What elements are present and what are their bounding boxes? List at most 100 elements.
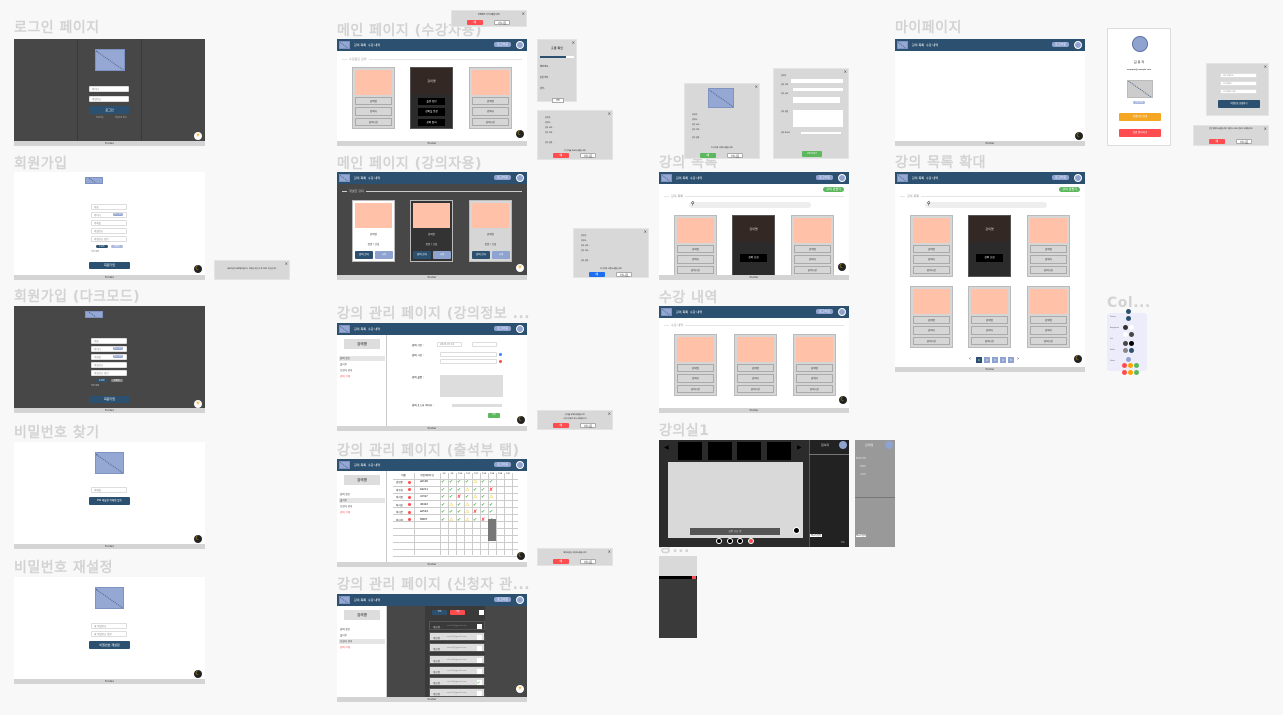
- sidebar-item[interactable]: 출석부: [339, 498, 385, 503]
- light-mode-toggle-icon[interactable]: ☀: [516, 264, 524, 272]
- avatar-icon[interactable]: [838, 174, 846, 182]
- course-card[interactable]: 강의명 강의자 강의시간: [352, 67, 395, 129]
- course-card[interactable]: 강의명 강의자 강의시간: [734, 334, 777, 396]
- pw-change-submit[interactable]: 비밀번호 변경하기: [1218, 100, 1260, 108]
- change-photo-button[interactable]: 사진 변경: [1133, 101, 1145, 104]
- course-desc-textarea[interactable]: [793, 110, 843, 127]
- page-1[interactable]: 1: [976, 357, 982, 363]
- applicant-checkbox[interactable]: ✔: [477, 680, 482, 685]
- sidebar-item[interactable]: 강의 삭제: [339, 510, 385, 515]
- role-lecturer-button[interactable]: 강의자: [111, 245, 123, 248]
- save-button[interactable]: 저장: [488, 413, 500, 418]
- applicant-checkbox[interactable]: [477, 691, 482, 697]
- id-input[interactable]: 아이디: [89, 86, 129, 92]
- card-action-button[interactable]: 출결 확인: [418, 97, 445, 106]
- dark-mode-toggle-icon[interactable]: ☾: [1074, 355, 1082, 363]
- next-video-icon[interactable]: ▶: [797, 444, 802, 451]
- avatar-icon[interactable]: [1074, 41, 1082, 49]
- signup-field[interactable]: 비밀번호 확인: [91, 370, 127, 376]
- applicant-row[interactable]: 이한결 user01@gmail.com: [429, 621, 485, 630]
- search-bar[interactable]: ⚲: [925, 201, 1047, 208]
- avatar-icon[interactable]: [1074, 174, 1082, 182]
- signup-field[interactable]: 이름: [91, 338, 127, 344]
- course-card[interactable]: 강의명 강의자 강의시간: [910, 215, 953, 277]
- present-icon[interactable]: ✔: [473, 487, 477, 493]
- mic-icon[interactable]: [737, 538, 743, 544]
- status-dropdown[interactable]: [488, 519, 496, 541]
- role-student-button[interactable]: 수강자: [96, 245, 108, 248]
- sidebar-item[interactable]: 강의 삭제: [339, 645, 385, 650]
- prev-page-icon[interactable]: ‹: [969, 356, 971, 362]
- duplicate-check-button[interactable]: 중복 확인: [113, 355, 123, 358]
- poster-upload-input[interactable]: [452, 404, 502, 407]
- nav-enrollment[interactable]: 수강 내역: [926, 43, 938, 47]
- side-item[interactable]: 참여자 목록: [856, 457, 866, 460]
- course-card-hover[interactable]: 강의명 출결 확인 강의실 입장 강의 탈퇴: [410, 67, 453, 129]
- remove-student-icon[interactable]: [408, 503, 411, 506]
- reject-button[interactable]: 거절: [450, 610, 465, 615]
- course-card[interactable]: 강의명 강의자 강의시간: [469, 67, 512, 129]
- reset-pw-button[interactable]: 비밀번호 재설정: [89, 641, 130, 649]
- applicant-row[interactable]: 이한결 user04@gmail.com: [429, 654, 485, 664]
- late-icon[interactable]: ⚠: [465, 487, 469, 493]
- yes-button[interactable]: 예: [699, 153, 717, 158]
- prev-video-icon[interactable]: ◀: [664, 444, 669, 451]
- signup-field[interactable]: 비밀번호 확인: [91, 236, 127, 242]
- nav-enrollment[interactable]: 수강 내역: [368, 327, 380, 331]
- nav-enrollment[interactable]: 수강 내역: [368, 463, 380, 467]
- nav-enrollment[interactable]: 수강 내역: [690, 176, 702, 180]
- start-date-input[interactable]: 2023.07.01: [437, 342, 462, 347]
- remove-time-icon[interactable]: [499, 360, 502, 363]
- agree-checkbox[interactable]: 약관 동의: [91, 384, 99, 387]
- dark-mode-toggle-icon[interactable]: ☾: [517, 416, 525, 424]
- participant-video[interactable]: [707, 442, 732, 460]
- start-class-button[interactable]: 시작: [433, 251, 451, 259]
- dark-mode-toggle-icon[interactable]: ☾: [516, 130, 524, 138]
- close-icon[interactable]: ×: [285, 261, 288, 266]
- no-button[interactable]: 아니요: [1236, 139, 1253, 144]
- course-poster-input[interactable]: [801, 132, 841, 134]
- monitor-icon[interactable]: [716, 538, 722, 544]
- nav-course-list[interactable]: 강의 목록: [912, 43, 924, 47]
- remove-student-icon[interactable]: [408, 480, 411, 484]
- start-class-button[interactable]: 시작: [492, 251, 510, 259]
- card-action-button[interactable]: 강의실 입장: [418, 108, 445, 116]
- new-pw-confirm-input[interactable]: 새 비밀번호 확인: [91, 631, 127, 637]
- signup-field[interactable]: 이메일: [91, 220, 127, 226]
- nav-enrollment[interactable]: 수강 내역: [368, 176, 380, 180]
- dark-mode-toggle-icon[interactable]: ☾: [194, 535, 202, 543]
- present-icon[interactable]: ✔: [457, 487, 461, 493]
- logout-button[interactable]: 로그아웃: [493, 326, 511, 331]
- lecturer-course-card[interactable]: 강의명 정원 / 신청 강의 관리 시작: [469, 200, 512, 262]
- applicant-row[interactable]: 이한결 user06@gmail.com ✔: [429, 677, 485, 686]
- sidebar-item[interactable]: 신청자 관리: [339, 639, 385, 644]
- add-time-icon[interactable]: [499, 353, 502, 356]
- search-bar[interactable]: ⚲: [689, 201, 811, 208]
- select-all-checkbox[interactable]: [479, 610, 484, 615]
- course-card[interactable]: 강의명 강의자 강의시간: [910, 286, 953, 348]
- signup-field[interactable]: 비밀번호: [91, 228, 127, 234]
- nav-course-list[interactable]: 강의 목록: [354, 463, 366, 467]
- signup-submit-button[interactable]: 회원가입: [89, 396, 130, 403]
- card-action-button[interactable]: 강의 신청: [976, 254, 1003, 262]
- pw-field[interactable]: 새 비밀번호: [1220, 81, 1257, 86]
- course-card[interactable]: 강의명 강의자 강의시간: [791, 215, 834, 277]
- participants-icon[interactable]: [839, 441, 847, 449]
- yes-button[interactable]: 예: [588, 272, 606, 277]
- present-icon[interactable]: ✔: [481, 487, 485, 493]
- dark-mode-toggle-icon[interactable]: ☾: [194, 265, 202, 273]
- card-action-button[interactable]: 강의 탈퇴: [418, 118, 445, 127]
- nav-course-list[interactable]: 강의 목록: [354, 43, 366, 47]
- remove-student-icon[interactable]: [408, 495, 411, 499]
- next-page-icon[interactable]: ›: [1017, 356, 1019, 362]
- nav-course-list[interactable]: 강의 목록: [354, 598, 366, 602]
- nav-course-list[interactable]: 강의 목록: [354, 176, 366, 180]
- no-button[interactable]: 아니요: [580, 559, 597, 564]
- new-pw-input[interactable]: 새 비밀번호: [91, 623, 127, 629]
- time-input[interactable]: [440, 359, 497, 364]
- participant-video[interactable]: [766, 442, 791, 460]
- sidebar-item[interactable]: 강의 정보: [339, 356, 385, 361]
- no-button[interactable]: 아니요: [580, 153, 597, 158]
- signup-submit-button[interactable]: 회원가입: [89, 262, 130, 269]
- role-student-button[interactable]: 수강자: [96, 379, 108, 382]
